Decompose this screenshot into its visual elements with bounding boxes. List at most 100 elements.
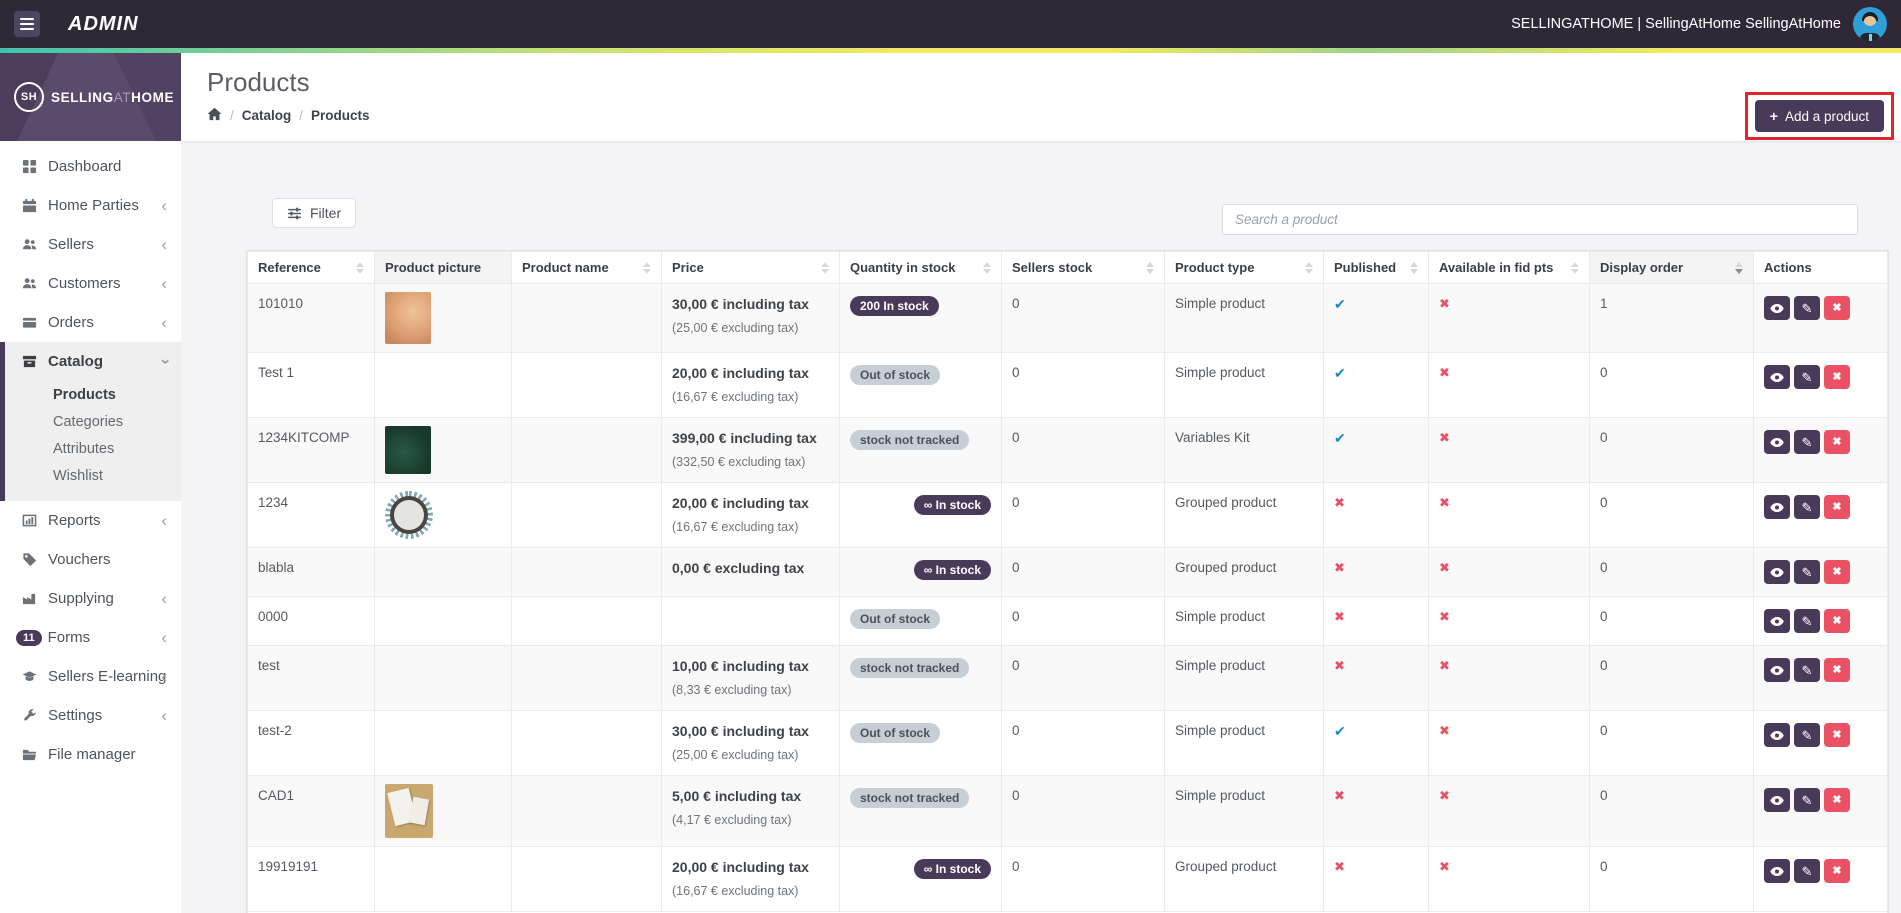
grid-icon bbox=[22, 159, 48, 174]
column-header-product-name[interactable]: Product name bbox=[511, 251, 662, 284]
stock-badge: ∞ In stock bbox=[913, 560, 991, 580]
column-header-actions: Actions bbox=[1753, 251, 1888, 284]
sidebar-item-settings[interactable]: Settings ‹ bbox=[0, 696, 181, 735]
sidebar-item-dashboard[interactable]: Dashboard bbox=[0, 147, 181, 186]
add-product-button[interactable]: + Add a product bbox=[1754, 100, 1884, 132]
view-button[interactable] bbox=[1764, 609, 1790, 633]
edit-button[interactable]: ✎ bbox=[1794, 365, 1820, 389]
sidebar-item-sellers-elearning[interactable]: Sellers E-learning ‹ bbox=[0, 657, 181, 696]
sidebar-item-orders[interactable]: Orders ‹ bbox=[0, 303, 181, 342]
product-image bbox=[385, 784, 433, 838]
column-header-product-type[interactable]: Product type bbox=[1164, 251, 1324, 284]
edit-button[interactable]: ✎ bbox=[1794, 658, 1820, 682]
edit-button[interactable]: ✎ bbox=[1794, 609, 1820, 633]
sort-icon bbox=[643, 261, 651, 274]
sidebar-item-categories[interactable]: Categories bbox=[5, 408, 181, 435]
sidebar-logo[interactable]: SH SELLINGATHOME bbox=[0, 53, 181, 141]
chevron-left-icon: ‹ bbox=[161, 667, 167, 686]
user-avatar[interactable] bbox=[1853, 7, 1887, 41]
delete-button[interactable]: ✖ bbox=[1824, 609, 1850, 633]
column-header-published[interactable]: Published bbox=[1323, 251, 1429, 284]
published-yes-icon bbox=[1334, 724, 1346, 739]
forms-count-badge: 11 bbox=[16, 629, 42, 646]
sort-icon bbox=[356, 261, 364, 274]
view-button[interactable] bbox=[1764, 788, 1790, 812]
sidebar-item-forms[interactable]: 11 Forms ‹ bbox=[0, 618, 181, 657]
pencil-icon: ✎ bbox=[1801, 613, 1813, 629]
edit-button[interactable]: ✎ bbox=[1794, 723, 1820, 747]
reference-cell: 1234 bbox=[247, 482, 375, 548]
delete-button[interactable]: ✖ bbox=[1824, 296, 1850, 320]
view-button[interactable] bbox=[1764, 430, 1790, 454]
hamburger-menu-icon[interactable] bbox=[14, 11, 40, 37]
name-cell bbox=[511, 482, 662, 548]
view-button[interactable] bbox=[1764, 495, 1790, 519]
sidebar-item-file-manager[interactable]: File manager bbox=[0, 735, 181, 774]
pencil-icon: ✎ bbox=[1801, 499, 1813, 515]
chevron-left-icon: ‹ bbox=[161, 313, 167, 332]
sidebar-item-customers[interactable]: Customers ‹ bbox=[0, 264, 181, 303]
sidebar-item-attributes[interactable]: Attributes bbox=[5, 435, 181, 462]
column-header-quantity[interactable]: Quantity in stock bbox=[839, 251, 1002, 284]
view-button[interactable] bbox=[1764, 859, 1790, 883]
fid-no-icon bbox=[1439, 296, 1450, 311]
delete-button[interactable]: ✖ bbox=[1824, 658, 1850, 682]
filter-button[interactable]: Filter bbox=[272, 198, 357, 228]
edit-button[interactable]: ✎ bbox=[1794, 430, 1820, 454]
column-header-price[interactable]: Price bbox=[661, 251, 840, 284]
delete-button[interactable]: ✖ bbox=[1824, 365, 1850, 389]
name-cell bbox=[511, 283, 662, 353]
x-icon: ✖ bbox=[1832, 663, 1842, 676]
sidebar-item-home-parties[interactable]: Home Parties ‹ bbox=[0, 186, 181, 225]
top-bar: ADMIN SELLINGATHOME | SellingAtHome Sell… bbox=[0, 0, 1901, 48]
sidebar-item-catalog[interactable]: Catalog ‹ bbox=[5, 342, 181, 381]
stock-badge: Out of stock bbox=[850, 609, 941, 629]
table-row: Test 1 20,00 € including tax (16,67 € exc… bbox=[247, 352, 1888, 418]
delete-button[interactable]: ✖ bbox=[1824, 430, 1850, 454]
view-button[interactable] bbox=[1764, 365, 1790, 389]
search-input[interactable] bbox=[1222, 204, 1858, 235]
fid-no-icon bbox=[1439, 560, 1450, 575]
published-no-icon bbox=[1334, 859, 1345, 874]
edit-button[interactable]: ✎ bbox=[1794, 560, 1820, 584]
sidebar-item-supplying[interactable]: Supplying ‹ bbox=[0, 579, 181, 618]
delete-button[interactable]: ✖ bbox=[1824, 495, 1850, 519]
sidebar-item-products[interactable]: Products bbox=[5, 381, 181, 408]
pencil-icon: ✎ bbox=[1801, 863, 1813, 879]
column-header-available-fid[interactable]: Available in fid pts bbox=[1428, 251, 1590, 284]
topbar-user-text[interactable]: SELLINGATHOME | SellingAtHome SellingAtH… bbox=[1511, 16, 1841, 32]
column-header-reference[interactable]: Reference bbox=[247, 251, 375, 284]
fid-no-icon bbox=[1439, 430, 1450, 445]
view-button[interactable] bbox=[1764, 723, 1790, 747]
delete-button[interactable]: ✖ bbox=[1824, 788, 1850, 812]
pencil-icon: ✎ bbox=[1801, 434, 1813, 450]
view-button[interactable] bbox=[1764, 658, 1790, 682]
published-no-icon bbox=[1334, 658, 1345, 673]
column-header-sellers-stock[interactable]: Sellers stock bbox=[1001, 251, 1165, 284]
sidebar-item-vouchers[interactable]: Vouchers bbox=[0, 540, 181, 579]
name-cell bbox=[511, 547, 662, 597]
home-icon[interactable] bbox=[207, 107, 222, 124]
breadcrumb-catalog[interactable]: Catalog bbox=[242, 108, 292, 123]
delete-button[interactable]: ✖ bbox=[1824, 723, 1850, 747]
sidebar-item-reports[interactable]: Reports ‹ bbox=[0, 501, 181, 540]
table-row: 1234KITCOMP 399,00 € including tax (332,5… bbox=[247, 417, 1888, 483]
sidebar-item-sellers[interactable]: Sellers ‹ bbox=[0, 225, 181, 264]
view-button[interactable] bbox=[1764, 296, 1790, 320]
name-cell bbox=[511, 710, 662, 776]
admin-brand: ADMIN bbox=[68, 12, 139, 35]
sidebar-item-wishlist[interactable]: Wishlist bbox=[5, 462, 181, 489]
chevron-down-icon: ‹ bbox=[154, 358, 174, 365]
column-header-display-order[interactable]: Display order bbox=[1589, 251, 1754, 284]
archive-box-icon bbox=[22, 354, 48, 369]
edit-button[interactable]: ✎ bbox=[1794, 495, 1820, 519]
delete-button[interactable]: ✖ bbox=[1824, 560, 1850, 584]
delete-button[interactable]: ✖ bbox=[1824, 859, 1850, 883]
edit-button[interactable]: ✎ bbox=[1794, 788, 1820, 812]
edit-button[interactable]: ✎ bbox=[1794, 296, 1820, 320]
breadcrumb-products[interactable]: Products bbox=[311, 108, 370, 123]
pencil-icon: ✎ bbox=[1801, 564, 1813, 580]
table-row: CAD1 5,00 € including tax (4,17 € excludi… bbox=[247, 775, 1888, 847]
view-button[interactable] bbox=[1764, 560, 1790, 584]
edit-button[interactable]: ✎ bbox=[1794, 859, 1820, 883]
